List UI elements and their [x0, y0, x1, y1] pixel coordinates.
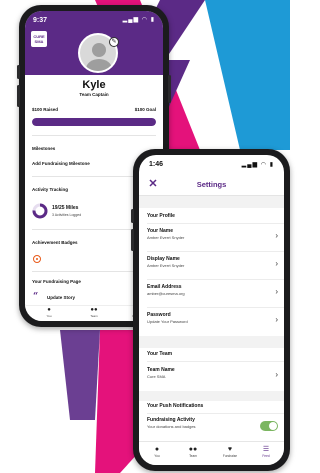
update-story-link[interactable]: Update Story	[47, 295, 75, 300]
settings-phone: 1:46 ▂▄▆ ◠ ▮ ✕ Settings Your Profile You…	[131, 149, 290, 471]
chevron-right-icon: ›	[275, 315, 278, 324]
setting-fundraising-activity: Fundraising Activity Your donations and …	[147, 417, 196, 429]
status-icons: ▂▄▆ ◠ ▮	[122, 17, 155, 23]
chevron-right-icon: ›	[275, 287, 278, 296]
profile-name: Kyle	[82, 79, 106, 91]
setting-email-address[interactable]: Email Address amber@curesma.org ›	[147, 284, 278, 297]
tab-team[interactable]: ●● Team	[79, 307, 109, 318]
person-icon: ●	[154, 446, 160, 453]
tab-you[interactable]: ● You	[34, 307, 64, 318]
list-icon: ☰	[262, 446, 270, 453]
setting-display-name[interactable]: Display Name Amber Everrt Snyder ›	[147, 256, 278, 269]
status-time: 9:37	[33, 17, 48, 24]
edit-avatar-icon[interactable]: ✎	[109, 37, 119, 47]
activity-heading: Activity Tracking	[32, 187, 69, 192]
setting-team-name[interactable]: Team Name Cure SMA ›	[147, 367, 278, 380]
team-icon: ●●	[90, 307, 98, 313]
fundraising-activity-toggle[interactable]	[260, 421, 278, 431]
add-milestone-link[interactable]: Add Fundraising Milestone	[32, 161, 90, 166]
push-notifications-heading: Your Push Notifications	[147, 403, 204, 409]
chevron-right-icon: ›	[275, 370, 278, 379]
tab-fundraise[interactable]: ♥ Fundraise	[218, 446, 242, 459]
activity-progress-ring	[32, 203, 48, 219]
fundraising-progress-bar	[32, 118, 156, 126]
setting-password[interactable]: Password Update Your Password ›	[147, 312, 278, 325]
heart-icon: ♥	[227, 446, 233, 453]
page-title: Settings	[196, 180, 227, 189]
cure-sma-logo[interactable]: CURE SMA	[31, 31, 47, 47]
badges-heading: Achievement Badges	[32, 240, 78, 245]
person-icon: ●	[47, 307, 51, 313]
milestones-heading: Milestones	[32, 146, 56, 151]
tab-feed[interactable]: ☰ Feed	[254, 446, 278, 459]
badge-icon[interactable]	[33, 255, 41, 263]
profile-role: Team Captain	[79, 92, 109, 97]
raised-amount: $100 Raised	[32, 107, 59, 112]
tab-you[interactable]: ● You	[145, 446, 169, 459]
chevron-right-icon: ›	[275, 259, 278, 268]
settings-screen: 1:46 ▂▄▆ ◠ ▮ ✕ Settings Your Profile You…	[139, 155, 284, 465]
goal-amount: $100 Goal	[134, 107, 156, 112]
chevron-right-icon: ›	[275, 231, 278, 240]
your-profile-heading: Your Profile	[147, 213, 175, 219]
quote-icon: “	[33, 292, 39, 302]
settings-tab-bar: ● You ●● Team ♥ Fundraise ☰ Feed	[139, 441, 284, 465]
team-icon: ●●	[188, 446, 198, 453]
status-time: 1:46	[149, 161, 164, 168]
your-team-heading: Your Team	[147, 351, 173, 357]
status-icons: ▂▄▆ ◠ ▮	[241, 162, 274, 168]
activities-logged: 3 Activities Logged	[52, 213, 82, 217]
setting-your-name[interactable]: Your Name Amber Everrt Snyder ›	[147, 228, 278, 241]
activity-miles: 19/25 Miles	[52, 205, 79, 211]
fundraising-page-heading: Your Fundraising Page	[32, 279, 81, 284]
tab-team[interactable]: ●● Team	[181, 446, 205, 459]
